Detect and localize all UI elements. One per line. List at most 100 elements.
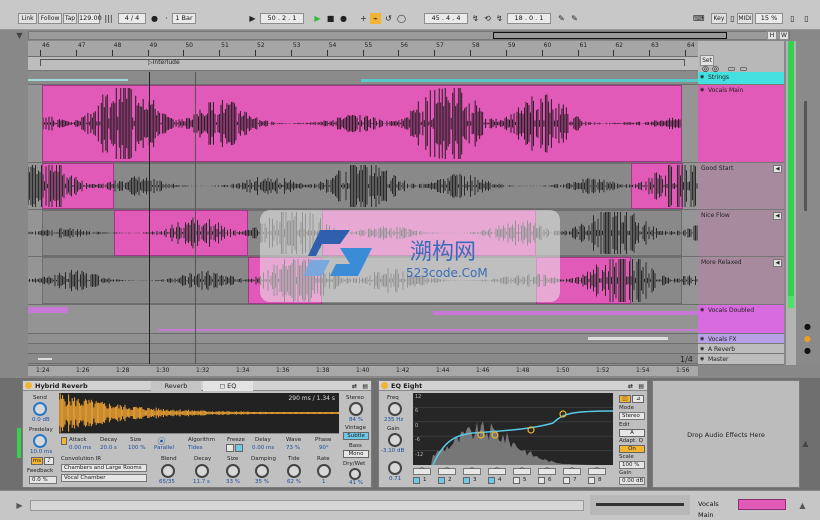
lane-vocals-main[interactable] bbox=[28, 85, 698, 163]
algorithm-select[interactable]: Tides bbox=[188, 445, 202, 451]
automation-arm-icon[interactable]: ⌁ bbox=[370, 13, 381, 24]
track-header-nice-flow[interactable]: Nice Flow ◀ bbox=[698, 210, 784, 257]
midi-map-button[interactable]: MIDI bbox=[737, 13, 753, 24]
damping-value[interactable]: 35 % bbox=[255, 479, 269, 485]
send-value[interactable]: 0.0 dB bbox=[32, 417, 50, 423]
doubled-clip-2[interactable] bbox=[433, 311, 698, 315]
decay2-knob[interactable] bbox=[195, 464, 209, 478]
overview-selection[interactable] bbox=[493, 32, 727, 39]
band-toggle[interactable] bbox=[538, 477, 545, 484]
attack-value[interactable]: 0.00 ms bbox=[69, 445, 91, 451]
scale-value[interactable]: 100 % bbox=[619, 461, 645, 469]
eq-hot-swap-icon[interactable]: ⇄ bbox=[628, 382, 633, 392]
side-toggle-2-icon[interactable]: ● bbox=[802, 333, 813, 344]
stereo-value[interactable]: 84 % bbox=[349, 417, 363, 423]
drop-zone[interactable]: Drop Audio Effects Here bbox=[652, 380, 800, 488]
track-header-vocals-doubled[interactable]: ◉ Vocals Doubled bbox=[698, 305, 784, 334]
metronome-icon[interactable]: ||| bbox=[103, 13, 114, 24]
track-header-strings[interactable]: ◉ Strings bbox=[698, 72, 784, 85]
gain-value[interactable]: -3.10 dB bbox=[381, 448, 404, 454]
freq-knob[interactable] bbox=[388, 402, 402, 416]
vertical-scrollbar[interactable] bbox=[786, 41, 796, 365]
bottom-left-arrow-icon[interactable]: ▶ bbox=[14, 500, 25, 511]
band-shape-select[interactable]: ⌒ bbox=[438, 468, 456, 475]
band-shape-select[interactable]: ⌒ bbox=[488, 468, 506, 475]
eq-display[interactable]: 12 6 0 -6 -12 bbox=[413, 393, 614, 466]
band-shape-select[interactable]: ⌒ bbox=[588, 468, 606, 475]
freeze-toggle[interactable] bbox=[226, 444, 234, 452]
device-scroll-icon[interactable]: ▲ bbox=[800, 438, 811, 449]
record-icon[interactable]: ● bbox=[338, 13, 349, 24]
loop-length-field[interactable]: 18 . 0 . 1 bbox=[507, 13, 551, 24]
master-clip[interactable] bbox=[38, 358, 52, 360]
ir-name-select[interactable]: Vocal Chamber bbox=[61, 474, 147, 482]
punch-out-icon[interactable]: ↯ bbox=[494, 13, 505, 24]
take-audition-icon[interactable]: ◀ bbox=[773, 165, 782, 173]
tab-eq[interactable]: ◻ EQ bbox=[203, 381, 253, 391]
take-audition-icon[interactable]: ◀ bbox=[773, 212, 782, 220]
lane-vocals-doubled[interactable] bbox=[28, 305, 698, 334]
band-shape-select[interactable]: ⌒ bbox=[538, 468, 556, 475]
loop-switch-icon[interactable]: ⟲ bbox=[482, 13, 493, 24]
tap-button[interactable]: Tap bbox=[63, 13, 77, 24]
routing-select[interactable]: Parallel bbox=[154, 445, 174, 451]
fx-clip[interactable] bbox=[588, 337, 668, 340]
predelay-value[interactable]: 10.0 ms bbox=[30, 449, 52, 455]
track-fold-icon[interactable]: ◉ bbox=[700, 87, 704, 93]
eq-oversample-toggle[interactable]: ⊿ bbox=[632, 395, 644, 403]
draw-mode-icon[interactable]: ✎ bbox=[556, 13, 567, 24]
output-gain-value[interactable]: 0.00 dB bbox=[619, 477, 645, 485]
freeze-in-toggle[interactable] bbox=[235, 444, 243, 452]
gain-knob[interactable] bbox=[388, 433, 402, 447]
key-map-button[interactable]: Key bbox=[711, 13, 727, 24]
computer-keyboard-icon[interactable]: ⌨ bbox=[693, 13, 705, 24]
band-toggle[interactable] bbox=[488, 477, 495, 484]
w-button[interactable]: W bbox=[779, 31, 789, 40]
band-shape-select[interactable]: ⌒ bbox=[563, 468, 581, 475]
phase-value[interactable]: 90° bbox=[319, 445, 329, 451]
take-audition-icon[interactable]: ◀ bbox=[773, 259, 782, 267]
band-toggle[interactable] bbox=[413, 477, 420, 484]
band-shape-select[interactable]: ⌒ bbox=[513, 468, 531, 475]
tempo-field[interactable]: 129.00 bbox=[78, 13, 102, 24]
q-value[interactable]: 0.71 bbox=[389, 476, 401, 482]
delay-value[interactable]: 0.00 ms bbox=[252, 445, 274, 451]
arrangement-overview[interactable] bbox=[28, 31, 790, 40]
arrangement-position-field[interactable]: 50 . 2 . 1 bbox=[260, 13, 304, 24]
zoom-level[interactable]: 1/4 bbox=[680, 355, 693, 364]
time-ruler[interactable]: 1:24 1:26 1:28 1:30 1:32 1:34 1:36 1:38 1:40 1:42… bbox=[28, 365, 698, 376]
lane-good-start[interactable] bbox=[28, 163, 698, 210]
record-mode-icon[interactable]: ● bbox=[149, 13, 160, 24]
lane-vocals-fx[interactable] bbox=[28, 334, 698, 344]
track-header-master[interactable]: ◉ Master bbox=[698, 354, 784, 365]
track-header-good-start[interactable]: Good Start ◀ bbox=[698, 163, 784, 210]
vintage-select[interactable]: Subtle bbox=[343, 432, 369, 440]
overdub-icon[interactable]: + bbox=[358, 13, 369, 24]
tab-reverb[interactable]: Reverb bbox=[151, 381, 201, 391]
lane-a-reverb[interactable] bbox=[28, 344, 698, 354]
attack-toggle[interactable] bbox=[61, 437, 67, 445]
decay2-value[interactable]: 11.7 s bbox=[193, 479, 210, 485]
blend-knob[interactable] bbox=[161, 464, 175, 478]
side-scroll-handle[interactable] bbox=[804, 101, 807, 211]
hot-swap-icon[interactable]: ⇄ bbox=[352, 382, 357, 392]
wave-value[interactable]: 73 % bbox=[286, 445, 300, 451]
track-header-vocals-fx[interactable]: ◉ Vocals FX bbox=[698, 334, 784, 344]
mode-select[interactable]: Stereo bbox=[619, 412, 645, 420]
bottom-right-arrow-icon[interactable]: ▲ bbox=[797, 500, 808, 511]
rate-value[interactable]: 1 bbox=[322, 479, 326, 485]
predelay-knob[interactable] bbox=[33, 434, 47, 448]
band-shape-select[interactable]: ⌒ bbox=[463, 468, 481, 475]
collapse-arrow-icon[interactable]: ▼ bbox=[14, 30, 25, 41]
loop-back-icon[interactable]: ▶ bbox=[247, 13, 258, 24]
size2-value[interactable]: 33 % bbox=[226, 479, 240, 485]
device-power-icon[interactable] bbox=[25, 382, 32, 389]
bass-mono-toggle[interactable]: Mono bbox=[343, 450, 369, 458]
q-knob[interactable] bbox=[388, 461, 402, 475]
drywet-knob[interactable] bbox=[349, 468, 361, 480]
hybrid-reverb-device[interactable]: Hybrid Reverb Reverb ◻ EQ ⇄ ▤ Send 0.0 d… bbox=[17, 380, 372, 488]
locator-bar[interactable]: ▷Interlude bbox=[28, 57, 698, 71]
track-header-a-reverb[interactable]: ◉ A Reverb bbox=[698, 344, 784, 354]
ir-display[interactable]: 290 ms / 1.34 s bbox=[58, 393, 340, 433]
locator-interlude[interactable]: ▷Interlude bbox=[148, 59, 180, 66]
